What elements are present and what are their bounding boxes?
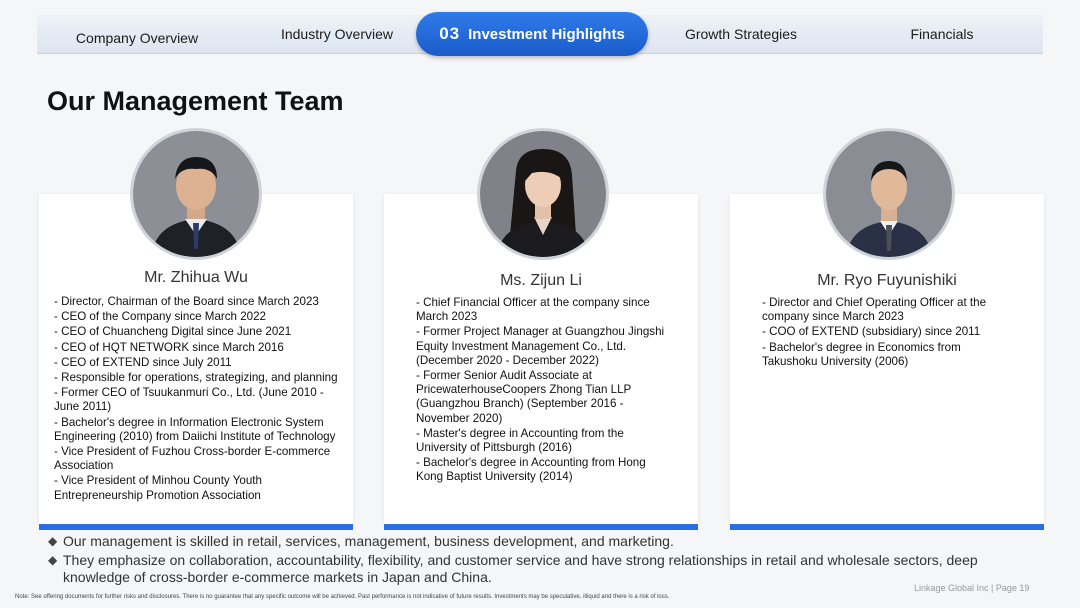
member-name: Ms. Zijun Li bbox=[500, 272, 582, 289]
tab-company-overview[interactable]: Company Overview bbox=[37, 19, 237, 57]
bio-item: - Bachelor's degree in Accounting from H… bbox=[416, 456, 646, 484]
bio-item: - Bachelor's degree in Information Elect… bbox=[54, 415, 336, 443]
bio-item: - Director, Chairman of the Board since … bbox=[54, 295, 319, 308]
bio-item: - Master's degree in Accounting from the… bbox=[416, 426, 624, 455]
member-bio: - Director, Chairman of the Board since … bbox=[54, 295, 346, 504]
portrait-photo bbox=[826, 131, 952, 257]
page-title: Our Management Team bbox=[47, 86, 344, 116]
bio-item: - CEO of Chuancheng Digital since June 2… bbox=[54, 325, 292, 339]
page-number: Linkage Global Inc | Page 19 bbox=[914, 583, 1030, 593]
bio-item: - COO of EXTEND (subsidiary) since 2011 bbox=[762, 325, 981, 339]
bio-item: - Former Senior Audit Associate at Price… bbox=[416, 369, 632, 425]
member-name: Mr. Zhihua Wu bbox=[144, 269, 248, 286]
diamond-bullet-icon: ◆ bbox=[48, 534, 58, 548]
section-nav: Company Overview Industry Overview 03 In… bbox=[37, 12, 1043, 57]
card-accent-bar bbox=[384, 524, 698, 530]
card-accent-bar bbox=[730, 524, 1044, 530]
summary-item: ◆ They emphasize on collaboration, accou… bbox=[48, 552, 1038, 586]
tab-financials[interactable]: Financials bbox=[842, 15, 1042, 53]
portrait-photo bbox=[480, 131, 606, 257]
summary-item: ◆ Our management is skilled in retail, s… bbox=[48, 533, 1038, 550]
avatar-zijun-li bbox=[480, 131, 606, 257]
bio-item: - Responsible for operations, strategizi… bbox=[54, 371, 338, 385]
avatar-ryo-fuyunishiki bbox=[826, 131, 952, 257]
team-summary: ◆ Our management is skilled in retail, s… bbox=[48, 533, 1038, 588]
bio-item: - CEO of EXTEND since July 2011 bbox=[54, 355, 232, 369]
avatar-zhihua-wu bbox=[133, 131, 259, 257]
tab-industry-overview[interactable]: Industry Overview bbox=[237, 15, 437, 53]
member-name: Mr. Ryo Fuyunishiki bbox=[817, 272, 957, 289]
bio-item: - CEO of the Company since March 2022 bbox=[54, 310, 267, 324]
member-bio: - Chief Financial Officer at the company… bbox=[416, 296, 671, 486]
bio-item: - Bachelor's degree in Economics from Ta… bbox=[762, 340, 961, 368]
tab-label: Investment Highlights bbox=[468, 25, 625, 43]
summary-text: They emphasize on collaboration, account… bbox=[63, 552, 978, 585]
bio-item: - Former CEO of Tsuukanmuri Co., Ltd. (J… bbox=[54, 386, 324, 414]
tab-number: 03 bbox=[439, 24, 461, 43]
bio-item: - CEO of HQT NETWORK since March 2016 bbox=[54, 340, 284, 354]
member-bio: - Director and Chief Operating Officer a… bbox=[762, 296, 1017, 370]
bio-item: - Chief Financial Officer at the company… bbox=[416, 296, 650, 324]
bio-item: - Former Project Manager at Guangzhou Ji… bbox=[416, 325, 665, 367]
bio-item: - Vice President of Minhou County Youth … bbox=[54, 474, 262, 502]
portrait-photo bbox=[133, 131, 259, 257]
disclaimer-note: Note: See offering documents for further… bbox=[15, 594, 670, 600]
bio-item: - Director and Chief Operating Officer a… bbox=[762, 296, 987, 324]
tab-investment-highlights[interactable]: 03 Investment Highlights bbox=[416, 12, 648, 56]
tab-growth-strategies[interactable]: Growth Strategies bbox=[648, 15, 834, 53]
card-accent-bar bbox=[39, 524, 353, 530]
bio-item: - Vice President of Fuzhou Cross-border … bbox=[54, 445, 331, 473]
diamond-bullet-icon: ◆ bbox=[48, 553, 58, 567]
summary-text: Our management is skilled in retail, ser… bbox=[63, 533, 674, 549]
